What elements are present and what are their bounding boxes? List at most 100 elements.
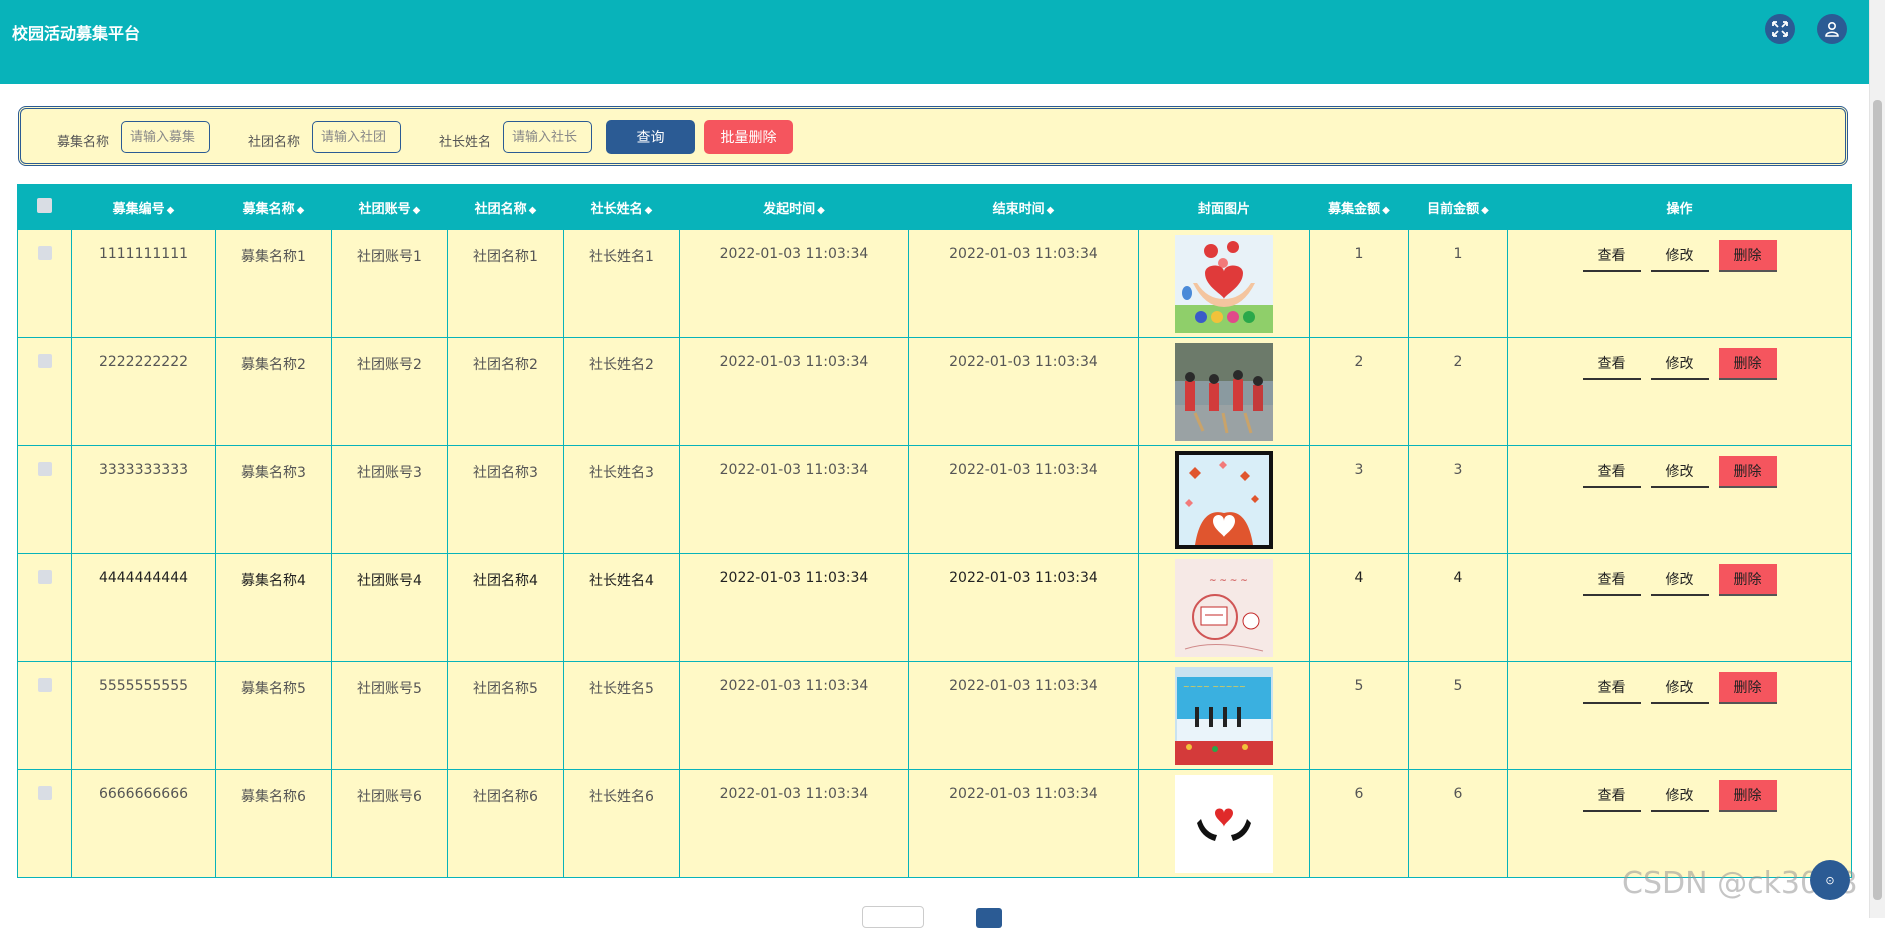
cell-start: 2022-01-03 11:03:34: [679, 553, 909, 662]
row-checkbox[interactable]: [37, 462, 52, 476]
cell-actions: 查看 修改 删除: [1507, 769, 1852, 878]
column-header: 操作: [1507, 184, 1852, 230]
view-button[interactable]: 查看: [1582, 564, 1641, 596]
edit-button[interactable]: 修改: [1650, 780, 1709, 812]
row-checkbox-cell: [17, 661, 72, 770]
cell-current: 1: [1408, 229, 1508, 338]
cover-image[interactable]: [1175, 451, 1273, 549]
cell-leader: 社长姓名6: [563, 769, 680, 878]
sort-icon: ◆: [1046, 204, 1055, 216]
edit-button[interactable]: 修改: [1650, 564, 1709, 596]
sort-icon: ◆: [166, 204, 175, 216]
cell-actions: 查看 修改 删除: [1507, 229, 1852, 338]
cell-id: 1111111111: [71, 229, 216, 338]
row-checkbox[interactable]: [37, 786, 52, 800]
search-input-leader[interactable]: [503, 121, 592, 153]
search-input-name[interactable]: [121, 121, 210, 153]
page-number-current[interactable]: [976, 908, 1002, 928]
cell-cover-image: [1138, 337, 1310, 446]
search-input-club[interactable]: [312, 121, 401, 153]
cell-current: 6: [1408, 769, 1508, 878]
cell-id: 5555555555: [71, 661, 216, 770]
cell-club: 社团名称4: [447, 553, 564, 662]
fullscreen-icon[interactable]: [1765, 14, 1795, 44]
cell-id: 4444444444: [71, 553, 216, 662]
cell-amount: 3: [1309, 445, 1409, 554]
column-header[interactable]: 募集编号 ◆: [71, 184, 216, 230]
delete-button[interactable]: 删除: [1718, 780, 1777, 812]
view-button[interactable]: 查看: [1582, 672, 1641, 704]
cover-image[interactable]: [1175, 775, 1273, 873]
cell-amount: 6: [1309, 769, 1409, 878]
float-help-icon[interactable]: ⊙: [1810, 860, 1850, 900]
edit-button[interactable]: 修改: [1650, 672, 1709, 704]
cell-current: 5: [1408, 661, 1508, 770]
cover-image[interactable]: [1175, 343, 1273, 441]
cell-amount: 4: [1309, 553, 1409, 662]
sort-icon: ◆: [817, 204, 825, 216]
batch-delete-button[interactable]: 批量删除: [704, 120, 793, 154]
cell-club: 社团名称3: [447, 445, 564, 554]
user-icon[interactable]: [1817, 14, 1847, 44]
cell-current: 2: [1408, 337, 1508, 446]
cell-account: 社团账号5: [331, 661, 448, 770]
column-header[interactable]: 募集名称 ◆: [215, 184, 332, 230]
column-header[interactable]: 发起时间 ◆: [679, 184, 909, 230]
cell-cover-image: [1138, 445, 1310, 554]
view-button[interactable]: 查看: [1582, 456, 1641, 488]
view-button[interactable]: 查看: [1582, 348, 1641, 380]
view-button[interactable]: 查看: [1582, 240, 1641, 272]
row-checkbox[interactable]: [37, 570, 52, 584]
delete-button[interactable]: 删除: [1718, 672, 1777, 704]
cell-current: 3: [1408, 445, 1508, 554]
column-header[interactable]: 结束时间 ◆: [908, 184, 1139, 230]
edit-button[interactable]: 修改: [1650, 456, 1709, 488]
row-checkbox-cell: [17, 445, 72, 554]
cell-club: 社团名称5: [447, 661, 564, 770]
row-checkbox[interactable]: [37, 678, 52, 692]
cell-club: 社团名称1: [447, 229, 564, 338]
table-row: 2222222222 募集名称2 社团账号2 社团名称2 社长姓名2 2022-01-03…: [17, 337, 1852, 446]
cover-image[interactable]: ~~~~ ~~~~~: [1175, 667, 1273, 765]
delete-button[interactable]: 删除: [1718, 348, 1777, 380]
cell-start: 2022-01-03 11:03:34: [679, 661, 909, 770]
view-button[interactable]: 查看: [1582, 780, 1641, 812]
row-checkbox-cell: [17, 337, 72, 446]
edit-button[interactable]: 修改: [1650, 240, 1709, 272]
delete-button[interactable]: 删除: [1718, 240, 1777, 272]
query-button[interactable]: 查询: [606, 120, 695, 154]
delete-button[interactable]: 删除: [1718, 456, 1777, 488]
scroll-thumb[interactable]: [1873, 100, 1882, 900]
cell-name: 募集名称3: [215, 445, 332, 554]
cell-end: 2022-01-03 11:03:34: [908, 661, 1139, 770]
column-header[interactable]: 社长姓名 ◆: [563, 184, 680, 230]
sort-icon: ◆: [644, 204, 653, 216]
cell-id: 6666666666: [71, 769, 216, 878]
table-row: 4444444444 募集名称4 社团账号4 社团名称4 社长姓名4 2022-01-03…: [17, 553, 1852, 662]
select-all-checkbox[interactable]: [37, 197, 52, 213]
column-header[interactable]: 募集金额 ◆: [1309, 184, 1409, 230]
cover-image[interactable]: [1175, 235, 1273, 333]
column-header[interactable]: 社团账号 ◆: [331, 184, 448, 230]
delete-button[interactable]: 删除: [1718, 564, 1777, 596]
edit-button[interactable]: 修改: [1650, 348, 1709, 380]
table-row: 3333333333 募集名称3 社团账号3 社团名称3 社长姓名3 2022-01-03…: [17, 445, 1852, 554]
cover-image[interactable]: ~ ~ ~ ~: [1175, 559, 1273, 657]
cell-amount: 2: [1309, 337, 1409, 446]
cell-start: 2022-01-03 11:03:34: [679, 445, 909, 554]
table-row: 5555555555 募集名称5 社团账号5 社团名称5 社长姓名5 2022-01-03…: [17, 661, 1852, 770]
column-header[interactable]: 目前金额 ◆: [1408, 184, 1508, 230]
cell-current: 4: [1408, 553, 1508, 662]
column-header[interactable]: 社团名称 ◆: [447, 184, 564, 230]
svg-text:~ ~ ~ ~: ~ ~ ~ ~: [1209, 576, 1248, 586]
cell-leader: 社长姓名2: [563, 337, 680, 446]
app-title: 校园活动募集平台: [12, 24, 141, 43]
row-checkbox[interactable]: [37, 354, 52, 368]
cell-account: 社团账号2: [331, 337, 448, 446]
page-scrollbar[interactable]: [1869, 0, 1885, 918]
cell-club: 社团名称6: [447, 769, 564, 878]
cell-id: 2222222222: [71, 337, 216, 446]
row-checkbox[interactable]: [37, 246, 52, 260]
page-size-select[interactable]: [862, 906, 924, 928]
sort-icon: ◆: [412, 204, 421, 216]
